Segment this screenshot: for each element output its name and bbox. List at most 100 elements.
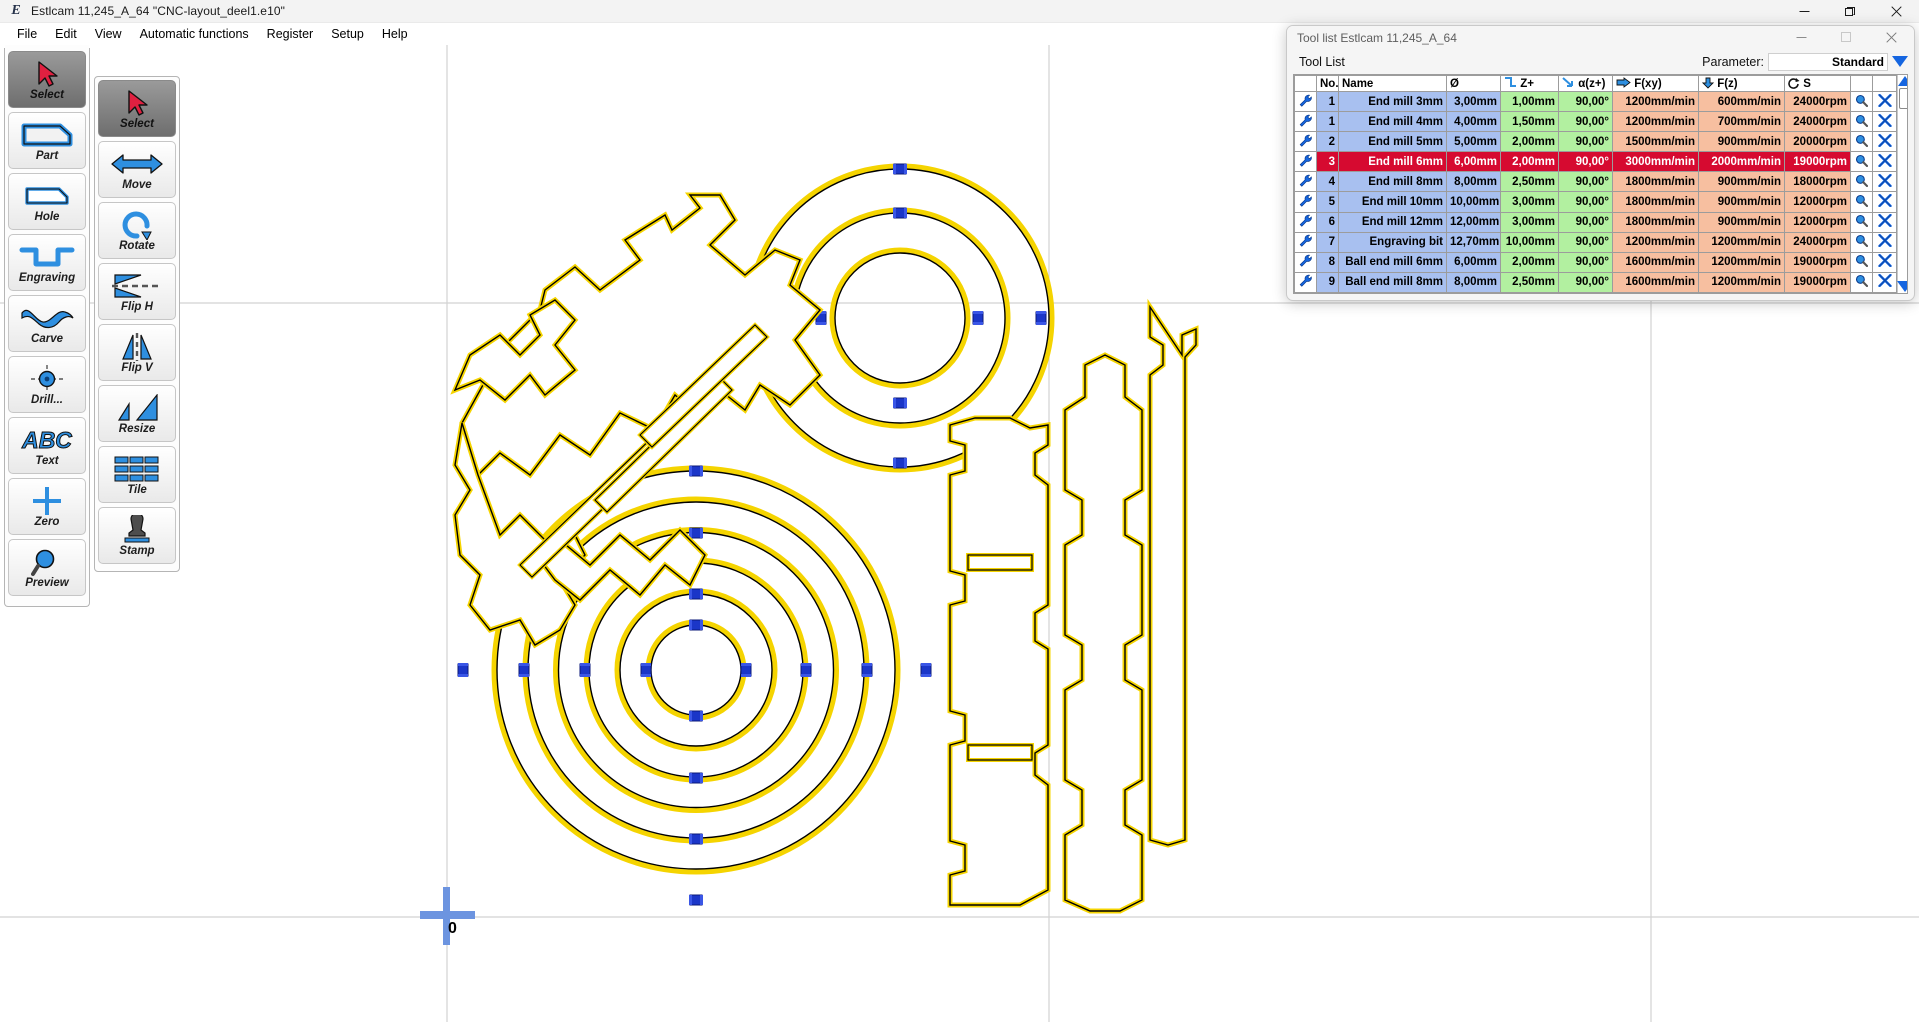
row-delete-button[interactable] bbox=[1872, 231, 1897, 253]
row-wrench-icon[interactable] bbox=[1294, 191, 1317, 213]
row-number-cell[interactable]: 5 bbox=[1316, 191, 1339, 213]
row-diameter-cell[interactable]: 12,00mm bbox=[1446, 211, 1501, 233]
row-number-cell[interactable]: 8 bbox=[1316, 251, 1339, 273]
col-header-spindle[interactable]: S bbox=[1784, 75, 1851, 92]
row-feed-xy-cell[interactable]: 1200mm/min bbox=[1612, 231, 1699, 253]
scroll-down-arrow-icon[interactable] bbox=[1897, 281, 1907, 292]
row-inspect-button[interactable] bbox=[1850, 211, 1873, 233]
row-feed-xy-cell[interactable]: 1800mm/min bbox=[1612, 171, 1699, 193]
tool-list-row[interactable]: 9 Ball end mill 8mm 8,00mm 2,50mm 90,00° 1600… bbox=[1294, 271, 1897, 293]
row-name-cell[interactable]: End mill 10mm bbox=[1338, 191, 1447, 213]
row-wrench-icon[interactable] bbox=[1294, 131, 1317, 153]
row-zplus-cell[interactable]: 2,00mm bbox=[1500, 151, 1559, 173]
tool-button-part[interactable]: Part bbox=[8, 112, 86, 169]
modify-button-tile[interactable]: Tile bbox=[98, 446, 176, 503]
row-feed-xy-cell[interactable]: 1800mm/min bbox=[1612, 211, 1699, 233]
menu-view[interactable]: View bbox=[86, 24, 131, 44]
menu-help[interactable]: Help bbox=[373, 24, 417, 44]
row-feed-xy-cell[interactable]: 1200mm/min bbox=[1612, 90, 1699, 113]
tool-list-minimize-button[interactable] bbox=[1779, 26, 1824, 49]
row-feed-z-cell[interactable]: 1200mm/min bbox=[1698, 251, 1785, 273]
row-name-cell[interactable]: Ball end mill 8mm bbox=[1338, 271, 1447, 293]
tool-list-scrollbar[interactable] bbox=[1897, 75, 1907, 293]
row-zplus-cell[interactable]: 1,50mm bbox=[1500, 111, 1559, 133]
row-zplus-cell[interactable]: 2,50mm bbox=[1500, 171, 1559, 193]
row-delete-button[interactable] bbox=[1872, 151, 1897, 173]
tool-list-row[interactable]: 5 End mill 10mm 10,00mm 3,00mm 90,00° 1800mm/… bbox=[1294, 191, 1897, 213]
row-name-cell[interactable]: Ball end mill 6mm bbox=[1338, 251, 1447, 273]
row-wrench-icon[interactable] bbox=[1294, 90, 1317, 113]
row-feed-z-cell[interactable]: 900mm/min bbox=[1698, 171, 1785, 193]
menu-automatic-functions[interactable]: Automatic functions bbox=[131, 24, 258, 44]
row-zplus-cell[interactable]: 1,00mm bbox=[1500, 90, 1559, 113]
row-spindle-cell[interactable]: 12000rpm bbox=[1784, 191, 1851, 213]
maximize-restore-button[interactable] bbox=[1827, 0, 1873, 23]
row-number-cell[interactable]: 9 bbox=[1316, 271, 1339, 293]
row-spindle-cell[interactable]: 19000rpm bbox=[1784, 271, 1851, 293]
col-header-feed-z[interactable]: F(z) bbox=[1698, 75, 1785, 92]
row-feed-xy-cell[interactable]: 1200mm/min bbox=[1612, 111, 1699, 133]
row-spindle-cell[interactable]: 20000rpm bbox=[1784, 131, 1851, 153]
col-header-angle[interactable]: α(z+) bbox=[1558, 75, 1613, 92]
row-delete-button[interactable] bbox=[1872, 251, 1897, 273]
row-diameter-cell[interactable]: 4,00mm bbox=[1446, 111, 1501, 133]
tool-list-row[interactable]: 6 End mill 12mm 12,00mm 3,00mm 90,00° 1800mm/… bbox=[1294, 211, 1897, 233]
tool-list-row[interactable]: 2 End mill 5mm 5,00mm 2,00mm 90,00° 1500mm/mi… bbox=[1294, 131, 1897, 153]
row-diameter-cell[interactable]: 6,00mm bbox=[1446, 251, 1501, 273]
row-feed-z-cell[interactable]: 2000mm/min bbox=[1698, 151, 1785, 173]
row-feed-z-cell[interactable]: 700mm/min bbox=[1698, 111, 1785, 133]
tool-button-zero[interactable]: Zero bbox=[8, 478, 86, 535]
row-spindle-cell[interactable]: 24000rpm bbox=[1784, 111, 1851, 133]
row-delete-button[interactable] bbox=[1872, 171, 1897, 193]
row-inspect-button[interactable] bbox=[1850, 171, 1873, 193]
row-zplus-cell[interactable]: 10,00mm bbox=[1500, 231, 1559, 253]
menu-register[interactable]: Register bbox=[258, 24, 323, 44]
row-name-cell[interactable]: End mill 12mm bbox=[1338, 211, 1447, 233]
row-number-cell[interactable]: 2 bbox=[1316, 131, 1339, 153]
row-name-cell[interactable]: Engraving bit bbox=[1338, 231, 1447, 253]
row-inspect-button[interactable] bbox=[1850, 231, 1873, 253]
row-angle-cell[interactable]: 90,00° bbox=[1558, 90, 1613, 113]
menu-edit[interactable]: Edit bbox=[46, 24, 86, 44]
row-zplus-cell[interactable]: 2,00mm bbox=[1500, 131, 1559, 153]
tool-list-row[interactable]: 3 End mill 6mm 6,00mm 2,00mm 90,00° 3000mm/mi… bbox=[1294, 151, 1897, 173]
row-feed-z-cell[interactable]: 900mm/min bbox=[1698, 211, 1785, 233]
modify-button-rotate[interactable]: Rotate bbox=[98, 202, 176, 259]
row-zplus-cell[interactable]: 3,00mm bbox=[1500, 191, 1559, 213]
modify-button-move[interactable]: Move bbox=[98, 141, 176, 198]
row-number-cell[interactable]: 3 bbox=[1316, 151, 1339, 173]
row-inspect-button[interactable] bbox=[1850, 151, 1873, 173]
row-feed-xy-cell[interactable]: 3000mm/min bbox=[1612, 151, 1699, 173]
row-inspect-button[interactable] bbox=[1850, 111, 1873, 133]
close-button[interactable] bbox=[1873, 0, 1919, 23]
tool-list-maximize-button[interactable] bbox=[1824, 26, 1869, 49]
row-number-cell[interactable]: 6 bbox=[1316, 211, 1339, 233]
row-name-cell[interactable]: End mill 6mm bbox=[1338, 151, 1447, 173]
row-delete-button[interactable] bbox=[1872, 191, 1897, 213]
row-feed-z-cell[interactable]: 900mm/min bbox=[1698, 131, 1785, 153]
row-feed-z-cell[interactable]: 1200mm/min bbox=[1698, 271, 1785, 293]
row-delete-button[interactable] bbox=[1872, 90, 1897, 113]
row-inspect-button[interactable] bbox=[1850, 90, 1873, 113]
row-number-cell[interactable]: 4 bbox=[1316, 171, 1339, 193]
row-angle-cell[interactable]: 90,00° bbox=[1558, 251, 1613, 273]
row-angle-cell[interactable]: 90,00° bbox=[1558, 131, 1613, 153]
tool-list-row[interactable]: 8 Ball end mill 6mm 6,00mm 2,00mm 90,00° 1600… bbox=[1294, 251, 1897, 273]
row-angle-cell[interactable]: 90,00° bbox=[1558, 151, 1613, 173]
row-spindle-cell[interactable]: 12000rpm bbox=[1784, 211, 1851, 233]
row-name-cell[interactable]: End mill 3mm bbox=[1338, 90, 1447, 113]
row-diameter-cell[interactable]: 6,00mm bbox=[1446, 151, 1501, 173]
row-angle-cell[interactable]: 90,00° bbox=[1558, 211, 1613, 233]
tool-button-select[interactable]: Select bbox=[8, 51, 86, 108]
tool-list-close-button[interactable] bbox=[1869, 26, 1914, 49]
row-feed-xy-cell[interactable]: 1800mm/min bbox=[1612, 191, 1699, 213]
modify-button-flip-h[interactable]: Flip H bbox=[98, 263, 176, 320]
row-diameter-cell[interactable]: 3,00mm bbox=[1446, 90, 1501, 113]
row-diameter-cell[interactable]: 8,00mm bbox=[1446, 171, 1501, 193]
parameter-dropdown-arrow-icon[interactable] bbox=[1892, 56, 1908, 67]
tool-list-row[interactable]: 1 End mill 3mm 3,00mm 1,00mm 90,00° 1200mm/mi… bbox=[1294, 90, 1897, 113]
row-spindle-cell[interactable]: 19000rpm bbox=[1784, 151, 1851, 173]
row-delete-button[interactable] bbox=[1872, 131, 1897, 153]
row-feed-z-cell[interactable]: 1200mm/min bbox=[1698, 231, 1785, 253]
row-delete-button[interactable] bbox=[1872, 111, 1897, 133]
